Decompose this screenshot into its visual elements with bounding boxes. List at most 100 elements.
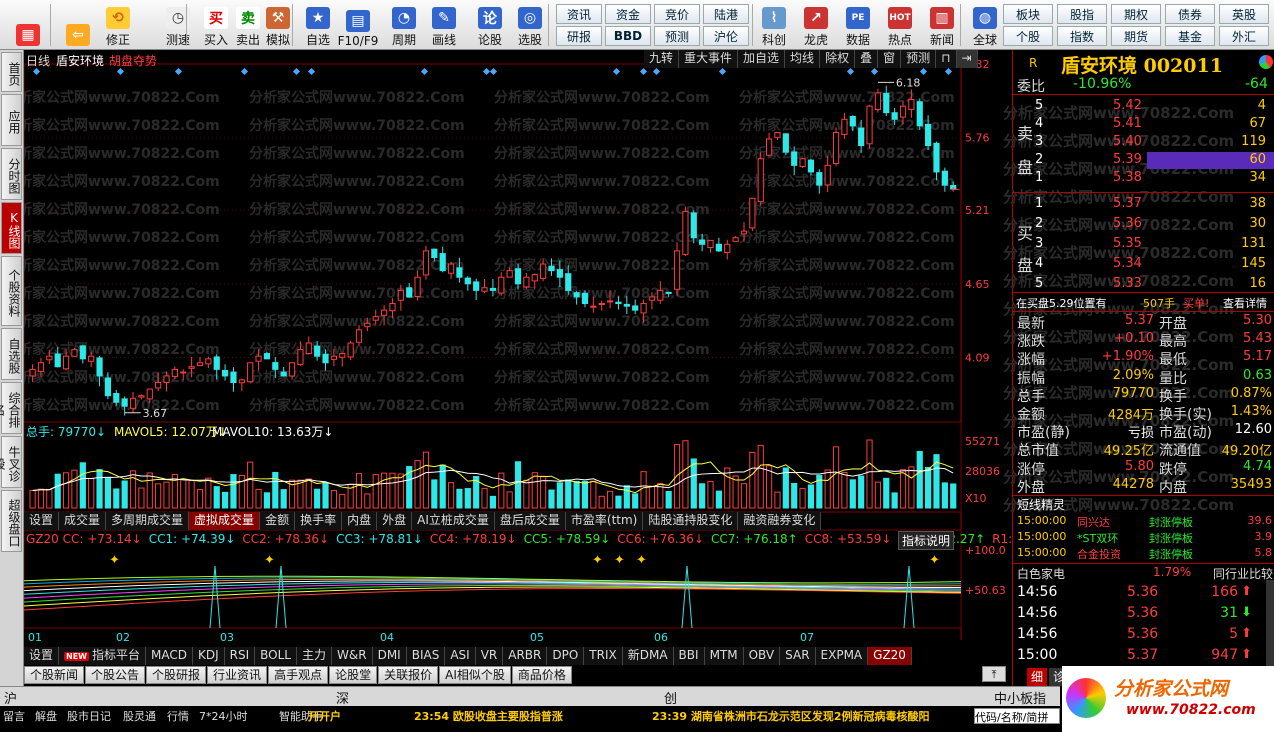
- toolbar-button-10[interactable]: ✎ 画线: [424, 2, 464, 48]
- left-tab-K线图[interactable]: K线图: [1, 202, 22, 254]
- market-button-板块[interactable]: 板块: [1003, 4, 1053, 24]
- event-diamond-icon[interactable]: [870, 67, 879, 76]
- quick-button-陆港[interactable]: 陆港: [703, 4, 749, 24]
- quick-button-研报[interactable]: 研报: [556, 26, 602, 46]
- chart-tool-预测[interactable]: 预测: [901, 50, 937, 68]
- quick-button-资讯[interactable]: 资讯: [556, 4, 602, 24]
- toolbar-button-9[interactable]: ◔ 周期: [384, 2, 424, 48]
- event-diamond-icon[interactable]: [307, 67, 316, 76]
- news-ticker-2[interactable]: 23:39 湖南省株洲市石龙示范区发现2例新冠病毒核酸阳: [652, 708, 972, 724]
- indicator-tab-市盈率(ttm)[interactable]: 市盈率(ttm): [565, 512, 644, 530]
- indicator-tab-融资融券变化[interactable]: 融资融券变化: [738, 512, 822, 530]
- event-diamond-icon[interactable]: [919, 67, 928, 76]
- event-diamond-icon[interactable]: [292, 67, 301, 76]
- event-diamond-icon[interactable]: [174, 67, 183, 76]
- toolbar-button-12[interactable]: ◎ 选股: [510, 2, 550, 48]
- pie-icon[interactable]: [1259, 55, 1273, 69]
- chart-tool-九转[interactable]: 九转: [644, 50, 680, 68]
- left-tab-综合排名[interactable]: 综合排名: [0, 382, 22, 434]
- view-detail-link[interactable]: 查看详情: [1223, 295, 1267, 311]
- toolbar-button-7[interactable]: ★ 自选: [298, 2, 338, 48]
- toolbar-button-11[interactable]: 论论股: [470, 2, 510, 48]
- status-item-7*24小时[interactable]: 7*24小时: [199, 708, 248, 724]
- toolbar-button-14[interactable]: ↗ 龙虎: [796, 2, 836, 48]
- event-diamond-icon[interactable]: [612, 67, 621, 76]
- toolbar-button-1[interactable]: ⇦: [58, 2, 98, 48]
- left-tab-自选股[interactable]: 自选股: [1, 328, 22, 380]
- toolbar-button-15[interactable]: PE 数据: [838, 2, 878, 48]
- kline-chart-area[interactable]: 6.325.765.214.654.09分析家公式网www.70822.Com分…: [24, 50, 1053, 665]
- market-button-外汇[interactable]: 外汇: [1219, 26, 1269, 46]
- quick-button-BBD[interactable]: BBD: [605, 26, 651, 46]
- bottom-tab-行业资讯[interactable]: 行业资讯: [207, 666, 268, 684]
- panel-toggle-icon[interactable]: ⇥: [956, 50, 978, 68]
- bottom-tab-个股新闻[interactable]: 个股新闻: [24, 666, 85, 684]
- period-label[interactable]: 日线: [26, 52, 50, 69]
- event-diamond-icon[interactable]: [944, 67, 953, 76]
- event-diamond-icon[interactable]: [420, 67, 429, 76]
- toolbar-button-16[interactable]: HOT 热点: [880, 2, 920, 48]
- indicator-tab-虚拟成交量[interactable]: 虚拟成交量: [189, 512, 261, 530]
- toolbar-button-13[interactable]: ⌇ 科创: [754, 2, 794, 48]
- status-item-解盘[interactable]: 解盘: [35, 708, 57, 724]
- market-button-期货[interactable]: 期货: [1111, 26, 1161, 46]
- indicator-tab-金额[interactable]: 金额: [260, 512, 296, 530]
- news-ticker-1[interactable]: 23:54 欧股收盘主要股指普涨: [414, 708, 563, 724]
- sprite-stock[interactable]: 同兴达: [1077, 514, 1110, 530]
- market-button-英股[interactable]: 英股: [1219, 4, 1269, 24]
- market-button-股指[interactable]: 股指: [1057, 4, 1107, 24]
- event-diamond-icon[interactable]: [639, 67, 648, 76]
- indicator-tab-陆股通持股变化[interactable]: 陆股通持股变化: [643, 512, 739, 530]
- event-diamond-icon[interactable]: [846, 67, 855, 76]
- bottom-tab-个股研报[interactable]: 个股研报: [146, 666, 207, 684]
- quick-button-沪伦[interactable]: 沪伦: [703, 26, 749, 46]
- indicator-tab-设置[interactable]: 设置: [24, 512, 60, 530]
- sprite-stock[interactable]: 合金投资: [1077, 546, 1121, 562]
- event-diamond-icon[interactable]: [652, 67, 661, 76]
- scrollbar[interactable]: [1266, 580, 1274, 670]
- event-diamond-icon[interactable]: [116, 67, 125, 76]
- indicator-tab-外盘[interactable]: 外盘: [377, 512, 413, 530]
- indicator-tab-内盘[interactable]: 内盘: [342, 512, 378, 530]
- status-item-留言[interactable]: 留言: [3, 708, 25, 724]
- event-diamond-icon[interactable]: [32, 67, 41, 76]
- toolbar-button-2[interactable]: ⟲ 修正: [98, 2, 138, 48]
- indicator-tab-盘后成交量[interactable]: 盘后成交量: [494, 512, 566, 530]
- chart-tool-叠[interactable]: 叠: [855, 50, 879, 68]
- toolbar-button-8[interactable]: ▤ F10/F9: [338, 2, 378, 48]
- collapse-icon[interactable]: ⤒: [982, 666, 1006, 682]
- sprite-stock[interactable]: *ST双环: [1077, 530, 1118, 546]
- left-tab-超级盘口[interactable]: 超级盘口: [1, 490, 22, 552]
- left-tab-首页[interactable]: 首页: [1, 52, 22, 92]
- open-account-link[interactable]: 开开户: [308, 708, 341, 724]
- bottom-tab-关联报价[interactable]: 关联报价: [378, 666, 439, 684]
- indicator-tab-AI立桩成交量[interactable]: AI立桩成交量: [412, 512, 495, 530]
- event-diamond-icon[interactable]: [718, 67, 727, 76]
- bottom-tab-商品价格[interactable]: 商品价格: [511, 666, 572, 684]
- bottom-tab-论股堂[interactable]: 论股堂: [329, 666, 378, 684]
- market-button-期权[interactable]: 期权: [1111, 4, 1161, 24]
- left-tab-应用[interactable]: 应用: [1, 94, 22, 146]
- indicator-explain-button[interactable]: 指标说明: [898, 531, 955, 550]
- market-button-基金[interactable]: 基金: [1165, 26, 1215, 46]
- lock-icon[interactable]: ⊓: [936, 50, 957, 68]
- sprite-title[interactable]: 短线精灵: [1017, 496, 1065, 513]
- indicator-tab-换手率[interactable]: 换手率: [295, 512, 343, 530]
- left-tab-牛叉诊股[interactable]: 牛叉诊股: [0, 436, 22, 488]
- market-button-指数[interactable]: 指数: [1057, 26, 1107, 46]
- bottom-tab-高手观点[interactable]: 高手观点: [268, 666, 329, 684]
- kline-chart-svg[interactable]: 6.325.765.214.654.09分析家公式网www.70822.Com分…: [24, 50, 1012, 660]
- toolbar-button-3[interactable]: ◷ 测速: [158, 2, 198, 48]
- status-item-股市日记[interactable]: 股市日记: [67, 708, 111, 724]
- market-button-债券[interactable]: 债券: [1165, 4, 1215, 24]
- chart-tool-窗[interactable]: 窗: [878, 50, 902, 68]
- chart-tool-重大事件[interactable]: 重大事件: [679, 50, 739, 68]
- status-item-行情[interactable]: 行情: [167, 708, 189, 724]
- toolbar-button-17[interactable]: ▥ 新闻: [922, 2, 962, 48]
- event-diamond-icon[interactable]: [240, 67, 249, 76]
- industry-name[interactable]: 白色家电: [1017, 565, 1065, 582]
- left-tab-个股资料[interactable]: 个股资料: [1, 256, 22, 326]
- event-diamond-icon[interactable]: [489, 67, 498, 76]
- indicator-tab-多周期成交量[interactable]: 多周期成交量: [106, 512, 190, 530]
- quick-button-资金[interactable]: 资金: [605, 4, 651, 24]
